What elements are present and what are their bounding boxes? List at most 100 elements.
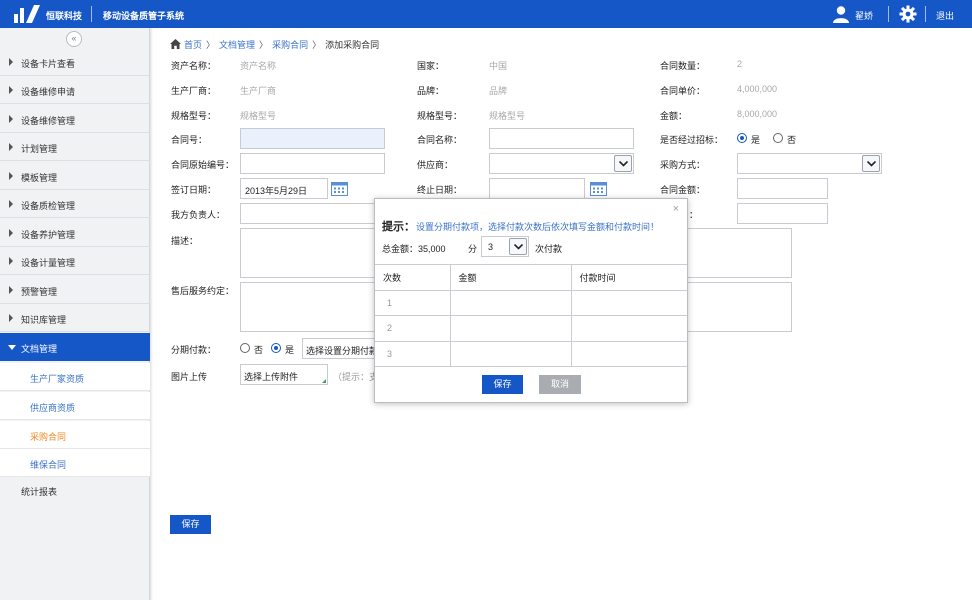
sidebar-item-maintenance[interactable]: 设备养护管理 xyxy=(0,219,150,247)
chevron-right-icon xyxy=(9,314,13,322)
installment-count-select[interactable]: 3 xyxy=(481,236,529,257)
breadcrumb-separator: 〉 xyxy=(312,40,322,50)
amount-cell[interactable] xyxy=(449,289,572,316)
sidebar-subitem-supplier[interactable]: 供应商资质 xyxy=(0,392,150,420)
sidebar-item-repair-manage[interactable]: 设备维修管理 xyxy=(0,105,150,133)
contract-name-input[interactable] xyxy=(489,128,634,149)
unit-price-label: 合同单价： xyxy=(660,86,706,96)
sidebar-item-template[interactable]: 模板管理 xyxy=(0,162,150,190)
table-row: 1 xyxy=(375,289,687,316)
contract-amount-input[interactable] xyxy=(737,178,828,199)
payment-table: 次数 金额 付款时间 1 2 3 xyxy=(375,264,687,367)
home-icon[interactable] xyxy=(170,39,181,49)
breadcrumb-documents[interactable]: 文档管理 xyxy=(219,40,255,50)
end-date-label: 终止日期： xyxy=(417,185,463,195)
our-person-label: 我方负责人： xyxy=(171,210,226,220)
header-divider xyxy=(888,6,889,22)
sidebar-subitem-maintenance-contract[interactable]: 维保合同 xyxy=(0,449,150,477)
other-field-input[interactable] xyxy=(737,203,828,224)
our-person-input[interactable] xyxy=(240,203,385,224)
resize-corner-icon xyxy=(322,379,326,383)
gear-icon[interactable] xyxy=(899,5,917,23)
time-cell[interactable] xyxy=(570,315,687,342)
calendar-icon[interactable] xyxy=(590,180,607,196)
dialog-cancel-button[interactable]: 取消 xyxy=(539,375,581,394)
close-icon[interactable]: × xyxy=(673,203,679,215)
amount-value: 8,000,000 xyxy=(737,109,778,119)
bidding-yes-radio[interactable] xyxy=(737,133,747,143)
breadcrumb-purchase-contract[interactable]: 采购合同 xyxy=(272,40,308,50)
user-name[interactable]: 翟娇 xyxy=(855,9,873,22)
sidebar-item-warning[interactable]: 预警管理 xyxy=(0,276,150,304)
supplier-select[interactable] xyxy=(489,153,634,174)
bidding-no-label: 否 xyxy=(787,135,797,145)
dialog-tip-text: 设置分期付款项，选择付款次数后依次填写金额和付款时间！ xyxy=(416,222,660,232)
breadcrumb-separator: 〉 xyxy=(206,40,216,50)
other-field-label: ： xyxy=(689,210,699,220)
asset-name-label: 资产名称： xyxy=(171,61,217,71)
contract-no-input[interactable] xyxy=(240,128,385,149)
table-header-row: 次数 金额 付款时间 xyxy=(375,264,687,291)
logo-icon xyxy=(14,5,40,23)
chevron-right-icon xyxy=(9,86,13,94)
amount-cell[interactable] xyxy=(449,315,572,342)
time-cell[interactable] xyxy=(570,289,687,316)
dialog-fen-label: 分 xyxy=(468,244,478,254)
sidebar-item-statistics[interactable]: 统计报表 xyxy=(0,478,150,502)
amount-cell[interactable] xyxy=(449,340,572,367)
purchase-method-select[interactable] xyxy=(737,153,882,174)
sidebar-item-repair-request[interactable]: 设备维修申请 xyxy=(0,76,150,104)
description-label: 描述： xyxy=(171,236,199,246)
dialog-save-button[interactable]: 保存 xyxy=(482,375,523,394)
contract-name-label: 合同名称： xyxy=(417,135,463,145)
installment-setup-button[interactable]: 选择设置分期付款 xyxy=(302,338,382,359)
chevron-down-icon[interactable] xyxy=(509,238,527,255)
chevron-right-icon xyxy=(9,58,13,66)
country-value: 中国 xyxy=(489,61,508,71)
sidebar-item-metering[interactable]: 设备计量管理 xyxy=(0,247,150,275)
original-no-input[interactable] xyxy=(240,153,385,174)
bidding-no-radio[interactable] xyxy=(773,133,783,143)
dialog-times-label: 次付款 xyxy=(535,244,563,254)
column-header: 付款时间 xyxy=(570,264,687,291)
country-label: 国家： xyxy=(417,61,445,71)
bidding-label: 是否经过招标： xyxy=(660,135,724,145)
sidebar-shadow xyxy=(150,28,153,600)
calendar-icon[interactable] xyxy=(331,180,348,196)
breadcrumb: 首页〉文档管理〉采购合同〉添加采购合同 xyxy=(170,38,379,50)
collapse-icon[interactable]: « xyxy=(66,31,82,47)
contract-qty-value: 2 xyxy=(737,59,743,69)
after-sales-label: 售后服务约定： xyxy=(171,286,235,296)
save-button[interactable]: 保存 xyxy=(170,515,211,534)
sidebar: « 设备卡片查看 设备维修申请 设备维修管理 计划管理 模板管理 设备质检管理 … xyxy=(0,28,150,600)
sign-date-label: 签订日期： xyxy=(171,185,217,195)
time-cell[interactable] xyxy=(570,340,687,367)
installment-yes-radio[interactable] xyxy=(271,343,281,353)
chevron-down-icon[interactable] xyxy=(862,155,880,172)
brand-name: 恒联科技 xyxy=(46,11,83,21)
breadcrumb-current: 添加采购合同 xyxy=(325,40,380,50)
end-date-input[interactable] xyxy=(489,178,585,199)
sidebar-item-knowledge[interactable]: 知识库管理 xyxy=(0,304,150,332)
sidebar-item-plan[interactable]: 计划管理 xyxy=(0,133,150,161)
sidebar-item-quality[interactable]: 设备质检管理 xyxy=(0,190,150,218)
chevron-down-icon[interactable] xyxy=(614,155,632,172)
logout-link[interactable]: 退出 xyxy=(936,9,954,22)
installment-no-label: 否 xyxy=(254,345,264,355)
upload-hint: （提示：支 xyxy=(333,372,379,382)
breadcrumb-home[interactable]: 首页 xyxy=(184,40,202,50)
user-icon[interactable] xyxy=(832,5,850,23)
sidebar-subitem-manufacturer[interactable]: 生产厂家资质 xyxy=(0,363,150,391)
installment-no-radio[interactable] xyxy=(240,343,250,353)
sidebar-subitem-purchase-contract[interactable]: 采购合同 xyxy=(0,421,150,449)
sign-date-input[interactable]: 2013年5月29日 xyxy=(240,178,328,199)
chevron-right-icon xyxy=(9,172,13,180)
sidebar-item-documents[interactable]: 文档管理 xyxy=(0,333,150,361)
brand-label: 品牌： xyxy=(417,86,445,96)
header-divider xyxy=(925,6,926,22)
column-header: 金额 xyxy=(449,264,572,291)
upload-button[interactable]: 选择上传附件 xyxy=(240,364,328,385)
sidebar-item-device-card[interactable]: 设备卡片查看 xyxy=(0,48,150,76)
header-divider xyxy=(91,6,92,22)
chevron-right-icon xyxy=(9,200,13,208)
